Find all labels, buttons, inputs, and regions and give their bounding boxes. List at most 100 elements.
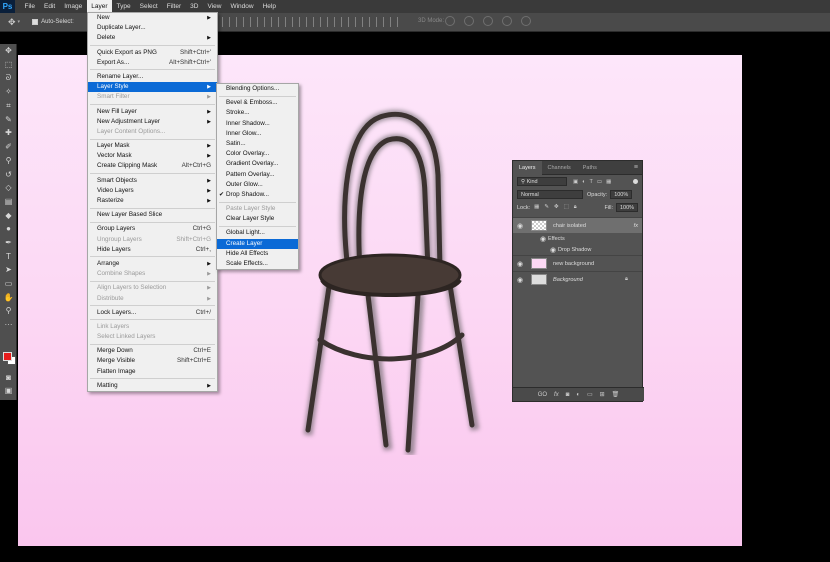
tab-layers[interactable]: Layers <box>513 160 542 175</box>
adjustment-layer-icon[interactable]: ◐ <box>576 392 580 398</box>
menu-item-rasterize[interactable]: Rasterize ▶ <box>88 196 217 206</box>
menu-item-gradient-overlay[interactable]: Gradient Overlay... <box>217 159 298 169</box>
move-tool-icon[interactable]: ✥ <box>8 17 16 28</box>
menu-item-export-as[interactable]: Export As... Alt+Shift+Ctrl+' <box>88 58 217 68</box>
menu-item-layer-mask[interactable]: Layer Mask ▶ <box>88 141 217 151</box>
menu-item-smart-filter[interactable]: Smart Filter ▶ <box>88 92 217 102</box>
menu-item-combine-shapes[interactable]: Combine Shapes ▶ <box>88 269 217 279</box>
shape-tool-icon[interactable]: ▭ <box>0 277 17 291</box>
align-hcenter-icon[interactable] <box>278 17 286 27</box>
menu-item-stroke[interactable]: Stroke... <box>217 108 298 118</box>
3d-drag-icon[interactable] <box>483 16 493 26</box>
menu-item-quick-export-as-png[interactable]: Quick Export as PNG Shift+Ctrl+' <box>88 48 217 58</box>
3d-slide-icon[interactable] <box>502 16 512 26</box>
blend-mode-select[interactable]: Normal <box>517 190 583 199</box>
menu-window[interactable]: Window <box>226 0 258 13</box>
more-tools-icon[interactable]: ··· <box>0 318 17 332</box>
menu-item-paste-layer-style[interactable]: Paste Layer Style <box>217 204 298 214</box>
type-tool-icon[interactable]: T <box>0 249 17 263</box>
menu-item-video-layers[interactable]: Video Layers ▶ <box>88 186 217 196</box>
menu-item-hide-layers[interactable]: Hide Layers Ctrl+, <box>88 245 217 255</box>
align-vcenter-icon[interactable] <box>236 17 244 27</box>
menu-item-ungroup-layers[interactable]: Ungroup Layers Shift+Ctrl+G <box>88 235 217 245</box>
menu-image[interactable]: Image <box>60 0 87 13</box>
blur-tool-icon[interactable]: ◆ <box>0 208 17 222</box>
menu-item-clear-layer-style[interactable]: Clear Layer Style <box>217 214 298 224</box>
hand-tool-icon[interactable]: ✋ <box>0 290 17 304</box>
menu-item-arrange[interactable]: Arrange ▶ <box>88 259 217 269</box>
dodge-tool-icon[interactable]: ● <box>0 222 17 236</box>
align-bottom-icon[interactable] <box>250 17 258 27</box>
menu-item-flatten-image[interactable]: Flatten Image <box>88 367 217 377</box>
distribute-icon[interactable] <box>306 17 314 27</box>
eye-icon[interactable]: ◉ <box>513 260 527 268</box>
menu-item-duplicate-layer[interactable]: Duplicate Layer... <box>88 23 217 33</box>
add-style-icon[interactable]: fx <box>554 392 559 398</box>
menu-item-inner-glow[interactable]: Inner Glow... <box>217 129 298 139</box>
trash-icon[interactable]: 🗑︎ <box>612 391 620 398</box>
drop-shadow-effect-row[interactable]: ◉ Drop Shadow <box>513 244 642 255</box>
distribute-icon[interactable] <box>390 17 398 27</box>
distribute-icon[interactable] <box>334 17 342 27</box>
healing-brush-tool-icon[interactable]: ✚ <box>0 126 17 140</box>
menu-help[interactable]: Help <box>258 0 280 13</box>
menu-item-distribute[interactable]: Distribute ▶ <box>88 294 217 304</box>
align-right-icon[interactable] <box>292 17 300 27</box>
eraser-tool-icon[interactable]: ◇ <box>0 181 17 195</box>
eye-icon[interactable]: ◉ <box>548 246 558 254</box>
lock-artboard-icon[interactable]: ⬚ <box>564 204 569 211</box>
magic-wand-tool-icon[interactable]: ✧ <box>0 85 17 99</box>
pen-tool-icon[interactable]: ✒ <box>0 236 17 250</box>
distribute-icon[interactable] <box>320 17 328 27</box>
menu-item-satin[interactable]: Satin... <box>217 139 298 149</box>
crop-tool-icon[interactable]: ⌗ <box>0 99 17 113</box>
filter-adjustment-icon[interactable]: ◐ <box>582 179 585 185</box>
menu-item-create-layer[interactable]: Create Layer <box>217 238 298 249</box>
lock-position-icon[interactable]: ✥ <box>554 204 559 211</box>
quick-mask-icon[interactable]: ◙ <box>0 371 17 385</box>
align-left-icon[interactable] <box>264 17 272 27</box>
menu-item-global-light[interactable]: Global Light... <box>217 228 298 238</box>
menu-file[interactable]: File <box>20 0 39 13</box>
filter-toggle-icon[interactable] <box>633 179 638 184</box>
menu-item-color-overlay[interactable]: Color Overlay... <box>217 149 298 159</box>
distribute-icon[interactable] <box>348 17 356 27</box>
menu-item-inner-shadow[interactable]: Inner Shadow... <box>217 119 298 129</box>
move-tool-icon[interactable]: ✥ <box>0 44 17 58</box>
menu-item-lock-layers[interactable]: Lock Layers... Ctrl+/ <box>88 308 217 318</box>
layer-row-new-background[interactable]: ◉ new background <box>513 255 642 271</box>
screen-mode-icon[interactable]: ▣ <box>0 384 17 398</box>
foreground-color-swatch[interactable] <box>3 352 12 361</box>
menu-item-bevel-emboss[interactable]: Bevel & Emboss... <box>217 98 298 108</box>
menu-item-create-clipping-mask[interactable]: Create Clipping Mask Alt+Ctrl+G <box>88 161 217 171</box>
menu-item-delete[interactable]: Delete ▶ <box>88 33 217 43</box>
eye-icon[interactable]: ◉ <box>538 235 548 243</box>
fill-input[interactable]: 100% <box>616 203 638 212</box>
3d-rotate-icon[interactable] <box>445 16 455 26</box>
menu-item-select-linked-layers[interactable]: Select Linked Layers <box>88 332 217 342</box>
menu-item-new-fill-layer[interactable]: New Fill Layer ▶ <box>88 107 217 117</box>
zoom-tool-icon[interactable]: ⚲ <box>0 304 17 318</box>
distribute-icon[interactable] <box>362 17 370 27</box>
lock-all-icon[interactable]: 🔒︎ <box>574 204 577 211</box>
auto-select-checkbox[interactable] <box>32 19 39 25</box>
tab-channels[interactable]: Channels <box>542 161 577 175</box>
menu-item-outer-glow[interactable]: Outer Glow... <box>217 180 298 190</box>
menu-item-merge-visible[interactable]: Merge Visible Shift+Ctrl+E <box>88 356 217 366</box>
filter-pixel-icon[interactable]: ▣ <box>573 179 578 185</box>
chevron-down-icon[interactable]: ▾ <box>18 19 21 25</box>
menu-item-pattern-overlay[interactable]: Pattern Overlay... <box>217 170 298 180</box>
menu-item-layer-style[interactable]: Layer Style ▶ <box>88 82 217 93</box>
menu-item-hide-all-effects[interactable]: Hide All Effects <box>217 249 298 259</box>
menu-item-blending-options[interactable]: Blending Options... <box>217 84 298 94</box>
new-layer-icon[interactable]: ⊞ <box>600 391 605 398</box>
filter-shape-icon[interactable]: ▭ <box>597 179 602 185</box>
3d-scale-icon[interactable] <box>521 16 531 26</box>
eye-icon[interactable]: ◉ <box>513 276 527 284</box>
menu-item-matting[interactable]: Matting ▶ <box>88 381 217 391</box>
eyedropper-tool-icon[interactable]: ✎ <box>0 112 17 126</box>
menu-edit[interactable]: Edit <box>39 0 59 13</box>
brush-tool-icon[interactable]: ✐ <box>0 140 17 154</box>
fx-icon[interactable]: fx <box>634 223 638 229</box>
clone-stamp-tool-icon[interactable]: ⚲ <box>0 154 17 168</box>
